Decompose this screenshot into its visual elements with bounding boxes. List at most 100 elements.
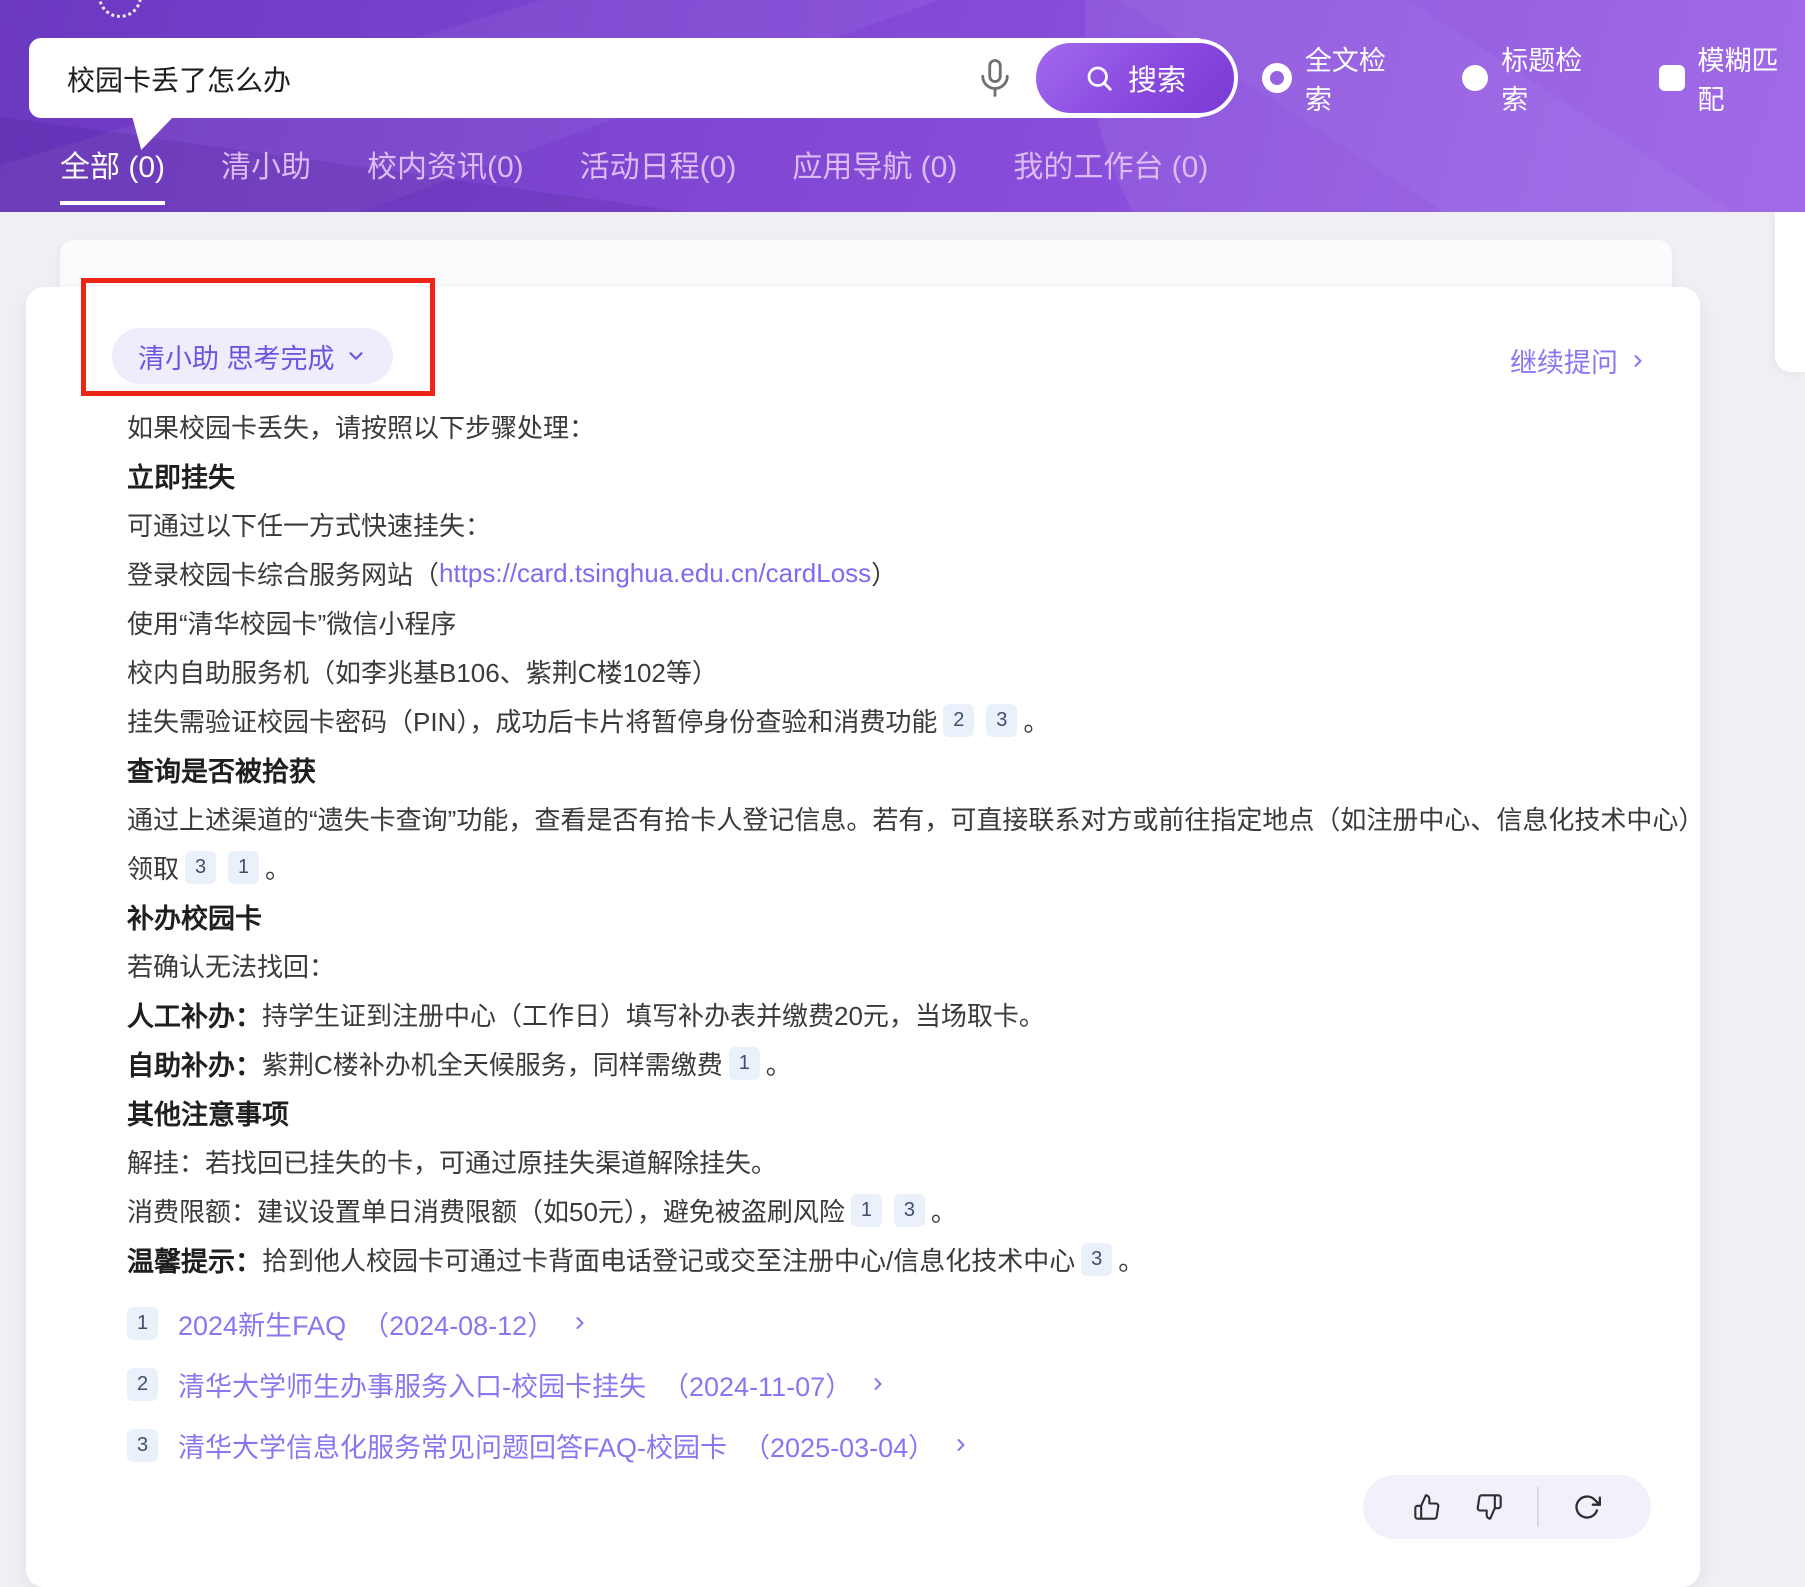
continue-ask-link[interactable]: 继续提问 xyxy=(1510,341,1648,380)
refresh-icon[interactable] xyxy=(1573,1493,1601,1521)
answer-line: 其他注意事项 xyxy=(127,1088,1667,1137)
answer-link[interactable]: https://card.tsinghua.edu.cn/cardLoss xyxy=(439,558,871,589)
search-input[interactable] xyxy=(65,38,919,120)
search-button[interactable]: 搜索 xyxy=(1032,39,1238,117)
answer-heading: 其他注意事项 xyxy=(127,1093,289,1132)
reference-number-badge: 2 xyxy=(127,1368,158,1401)
search-mode-option[interactable]: 模糊匹配 xyxy=(1659,39,1805,117)
answer-text: 解挂：若找回已挂失的卡，可通过原挂失渠道解除挂失。 xyxy=(127,1143,777,1180)
reference-item[interactable]: 1 2024新生FAQ （2024-08-12） xyxy=(127,1306,971,1340)
chevron-right-icon xyxy=(1628,351,1648,371)
search-button-label: 搜索 xyxy=(1128,57,1186,99)
result-tab[interactable]: 活动日程(0) xyxy=(580,142,737,205)
answer-actions xyxy=(1363,1475,1651,1539)
checkbox-icon[interactable] xyxy=(1659,65,1685,91)
answer-line: 解挂：若找回已挂失的卡，可通过原挂失渠道解除挂失。 xyxy=(127,1137,1667,1186)
answer-line: 补办校园卡 xyxy=(127,892,1667,941)
reference-item[interactable]: 2 清华大学师生办事服务入口-校园卡挂失 （2024-11-07） xyxy=(127,1367,971,1401)
chevron-right-icon[interactable] xyxy=(951,1435,971,1455)
answer-heading: 立即挂失 xyxy=(127,456,235,495)
answer-text: 。 xyxy=(1118,1241,1144,1278)
answer-line: 查询是否被拾获 xyxy=(127,745,1667,794)
result-tab[interactable]: 我的工作台 (0) xyxy=(1013,142,1208,205)
citation-badge[interactable]: 3 xyxy=(894,1194,925,1227)
citation-badge[interactable]: 3 xyxy=(1081,1243,1112,1276)
answer-text: 。 xyxy=(265,849,291,886)
answer-line: 使用“清华校园卡”微信小程序 xyxy=(127,598,1667,647)
actions-divider xyxy=(1537,1487,1539,1527)
answer-body: 如果校园卡丢失，请按照以下步骤处理：立即挂失可通过以下任一方式快速挂失：登录校园… xyxy=(127,402,1667,1284)
citation-badge[interactable]: 1 xyxy=(851,1194,882,1227)
answer-text: ） xyxy=(871,555,897,592)
reference-list: 1 2024新生FAQ （2024-08-12） 2 清华大学师生办事服务入口-校园卡挂… xyxy=(127,1306,971,1462)
answer-text: 挂失需验证校园卡密码（PIN），成功后卡片将暂停身份查验和消费功能 xyxy=(127,702,937,739)
answer-line: 挂失需验证校园卡密码（PIN），成功后卡片将暂停身份查验和消费功能23。 xyxy=(127,696,1667,745)
reference-number-badge: 1 xyxy=(127,1307,158,1340)
radio-icon[interactable] xyxy=(1462,65,1488,91)
thumbs-up-icon[interactable] xyxy=(1413,1493,1441,1521)
answer-text: 紫荆C楼补办机全天候服务，同样需缴费 xyxy=(262,1045,723,1082)
search-mode-option[interactable]: 标题检索 xyxy=(1462,39,1608,117)
answer-line: 人工补办：持学生证到注册中心（工作日）填写补办表并缴费20元，当场取卡。 xyxy=(127,990,1667,1039)
answer-line: 校内自助服务机（如李兆基B106、紫荆C楼102等） xyxy=(127,647,1667,696)
university-seal-logo xyxy=(98,0,142,18)
search-mode-label: 标题检索 xyxy=(1501,39,1608,117)
reference-title-link[interactable]: 清华大学信息化服务常见问题回答FAQ-校园卡 xyxy=(178,1426,727,1465)
answer-text: 持学生证到注册中心（工作日）填写补办表并缴费20元，当场取卡。 xyxy=(262,996,1045,1033)
search-mode-label: 全文检索 xyxy=(1305,39,1412,117)
answer-text: 。 xyxy=(766,1045,792,1082)
answer-text: 。 xyxy=(1023,702,1049,739)
answer-line: 如果校园卡丢失，请按照以下步骤处理： xyxy=(127,402,1667,451)
answer-text: 消费限额：建议设置单日消费限额（如50元），避免被盗刷风险 xyxy=(127,1192,845,1229)
reference-title-link[interactable]: 2024新生FAQ xyxy=(178,1304,346,1343)
answer-heading: 补办校园卡 xyxy=(127,897,262,936)
reference-item[interactable]: 3清华大学信息化服务常见问题回答FAQ-校园卡（2025-03-04） xyxy=(127,1428,971,1462)
annotation-highlight-box xyxy=(81,278,435,396)
citation-badge[interactable]: 3 xyxy=(185,851,216,884)
radio-selected-icon[interactable] xyxy=(1262,63,1292,93)
answer-text: 校内自助服务机（如李兆基B106、紫荆C楼102等） xyxy=(127,653,718,690)
citation-badge[interactable]: 1 xyxy=(228,851,259,884)
answer-text: 登录校园卡综合服务网站（ xyxy=(127,555,439,592)
result-tab[interactable]: 全部 (0) xyxy=(60,142,165,205)
result-tab[interactable]: 应用导航 (0) xyxy=(792,142,957,205)
answer-text: 通过上述渠道的“遗失卡查询”功能，查看是否有拾卡人登记信息。若有，可直接联系对方… xyxy=(127,800,1704,837)
search-bar[interactable]: 搜索 xyxy=(29,38,1209,118)
reference-date: （2024-11-07） xyxy=(662,1365,852,1404)
reference-date: （2024-08-12） xyxy=(362,1304,554,1343)
header: 搜索 全文检索标题检索模糊匹配 全部 (0)清小助校内资讯(0)活动日程(0)应… xyxy=(0,0,1805,212)
chevron-right-icon[interactable] xyxy=(570,1313,590,1333)
answer-heading: 查询是否被拾获 xyxy=(127,750,316,789)
answer-text: 如果校园卡丢失，请按照以下步骤处理： xyxy=(127,408,595,445)
chevron-right-icon[interactable] xyxy=(868,1374,888,1394)
citation-badge[interactable]: 2 xyxy=(943,704,974,737)
thumbs-down-icon[interactable] xyxy=(1475,1493,1503,1521)
answer-card: 清小助 思考完成 继续提问 如果校园卡丢失，请按照以下步骤处理：立即挂失可通过以… xyxy=(26,287,1700,1587)
result-tabs: 全部 (0) 清小助校内资讯(0) 活动日程(0) 应用导航 (0) 我的工作台 (0) xyxy=(60,142,1208,205)
result-tab[interactable]: 清小助 xyxy=(221,142,311,205)
citation-badge[interactable]: 1 xyxy=(729,1047,760,1080)
answer-text: 若确认无法找回： xyxy=(127,947,335,984)
answer-line: 登录校园卡综合服务网站（https://card.tsinghua.edu.cn… xyxy=(127,549,1667,598)
search-mode-options: 全文检索标题检索模糊匹配 xyxy=(1262,50,1805,106)
side-panel-handle[interactable] xyxy=(1775,212,1805,372)
answer-text: 使用“清华校园卡”微信小程序 xyxy=(127,604,456,641)
search-icon xyxy=(1084,63,1114,93)
answer-heading: 人工补办： xyxy=(127,995,262,1034)
search-mode-option[interactable]: 全文检索 xyxy=(1262,39,1412,117)
answer-line: 消费限额：建议设置单日消费限额（如50元），避免被盗刷风险13。 xyxy=(127,1186,1667,1235)
answer-line: 温馨提示：拾到他人校园卡可通过卡背面电话登记或交至注册中心/信息化技术中心3。 xyxy=(127,1235,1667,1284)
continue-ask-label: 继续提问 xyxy=(1510,341,1618,380)
answer-line: 若确认无法找回： xyxy=(127,941,1667,990)
answer-line: 可通过以下任一方式快速挂失： xyxy=(127,500,1667,549)
answer-heading: 自助补办： xyxy=(127,1044,262,1083)
mic-icon[interactable] xyxy=(974,57,1016,99)
answer-text: 。 xyxy=(931,1192,957,1229)
result-tab[interactable]: 校内资讯(0) xyxy=(367,142,524,205)
citation-badge[interactable]: 3 xyxy=(986,704,1017,737)
answer-line: 自助补办：紫荆C楼补办机全天候服务，同样需缴费1。 xyxy=(127,1039,1667,1088)
reference-title-link[interactable]: 清华大学师生办事服务入口-校园卡挂失 xyxy=(178,1365,646,1404)
reference-number-badge: 3 xyxy=(127,1429,158,1462)
answer-line: 通过上述渠道的“遗失卡查询”功能，查看是否有拾卡人登记信息。若有，可直接联系对方… xyxy=(127,794,1667,843)
answer-text: 领取 xyxy=(127,849,179,886)
